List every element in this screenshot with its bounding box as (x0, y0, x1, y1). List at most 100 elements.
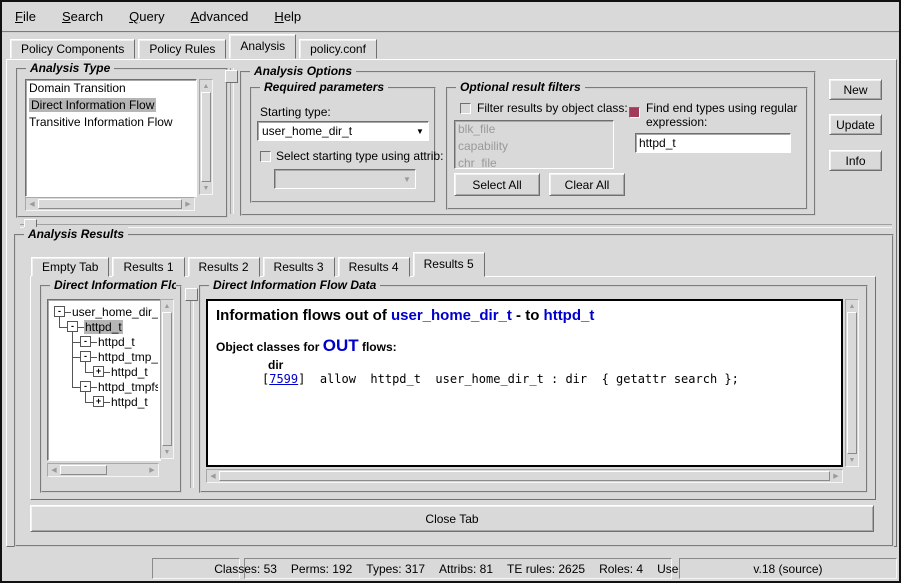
analysis-type-listbox[interactable]: Domain Transition Direct Information Flo… (25, 79, 197, 197)
out-direction: OUT (323, 336, 359, 355)
scroll-right-icon[interactable]: ▶ (182, 198, 194, 210)
flow-data-textarea[interactable]: Information flows out of user_home_dir_t… (206, 299, 843, 467)
scroll-thumb[interactable] (201, 92, 211, 182)
stat-te-rules: TE rules: 2625 (507, 562, 585, 576)
tab-analysis[interactable]: Analysis (229, 34, 296, 59)
regex-row: Find end types using regular expression: (629, 101, 808, 129)
rule-number-link[interactable]: 7599 (269, 372, 298, 386)
tab-results-3[interactable]: Results 3 (263, 257, 335, 277)
flow-data-title: Direct Information Flow Data (209, 278, 380, 292)
flow-heading: Information flows out of user_home_dir_t… (216, 307, 833, 324)
menu-help[interactable]: Help (274, 9, 301, 24)
starting-type-combobox[interactable]: user_home_dir_t ▼ (257, 121, 429, 141)
scroll-left-icon[interactable]: ◀ (26, 198, 38, 210)
tree-expander-icon[interactable]: - (80, 336, 91, 347)
list-item[interactable]: Domain Transition (26, 80, 196, 97)
new-button[interactable]: New (829, 79, 882, 100)
source-type: user_home_dir_t (391, 307, 512, 324)
tree-node-label-selected[interactable]: httpd_t (84, 320, 123, 334)
vertical-sash[interactable] (230, 68, 234, 214)
horizontal-sash[interactable] (20, 224, 892, 228)
analysis-results-title: Analysis Results (24, 227, 128, 241)
scroll-down-icon[interactable]: ▼ (200, 182, 212, 194)
scroll-up-icon[interactable]: ▲ (846, 300, 858, 312)
scroll-thumb[interactable] (219, 471, 830, 481)
tab-results-1[interactable]: Results 1 (112, 257, 184, 277)
scroll-left-icon[interactable]: ◀ (48, 464, 60, 476)
list-item-selected[interactable]: Direct Information Flow (26, 97, 196, 114)
flow-classes-line: Object classes for OUT flows: (216, 336, 833, 356)
flow-tree[interactable]: - user_home_dir_t - httpd_t - httpd_t - … (47, 299, 161, 461)
tab-policy-rules[interactable]: Policy Rules (138, 39, 226, 59)
tree-node-label[interactable]: httpd_t (110, 395, 149, 409)
flow-tree-vscrollbar[interactable]: ▲ ▼ (160, 299, 174, 459)
analysis-type-group: Analysis Type Domain Transition Direct I… (16, 68, 228, 218)
menu-query[interactable]: Query (129, 9, 164, 24)
scroll-left-icon[interactable]: ◀ (207, 470, 219, 482)
regex-input[interactable] (635, 133, 791, 153)
analysis-type-hscrollbar[interactable]: ◀ ▶ (25, 197, 195, 211)
list-item-disabled: blk_file (455, 121, 613, 138)
scroll-thumb[interactable] (847, 312, 857, 454)
scroll-down-icon[interactable]: ▼ (161, 446, 173, 458)
flow-data-vscrollbar[interactable]: ▲ ▼ (845, 299, 859, 467)
menu-search[interactable]: Search (62, 9, 103, 24)
analysis-type-vscrollbar[interactable]: ▲ ▼ (199, 79, 213, 195)
tree-node-label[interactable]: httpd_t (97, 335, 136, 349)
results-vertical-sash-handle[interactable] (185, 288, 198, 301)
attrib-checkbox[interactable] (260, 151, 271, 162)
tree-canvas: - user_home_dir_t - httpd_t - httpd_t - … (50, 302, 158, 458)
tree-node-label[interactable]: httpd_tmp_t (97, 350, 158, 364)
list-item[interactable]: Transitive Information Flow (26, 114, 196, 131)
scroll-down-icon[interactable]: ▼ (846, 454, 858, 466)
scroll-thumb[interactable] (162, 312, 172, 446)
tree-expander-icon[interactable]: + (93, 366, 104, 377)
info-button[interactable]: Info (829, 150, 882, 171)
flow-data-group: Direct Information Flow Data Information… (199, 285, 868, 493)
tree-expander-icon[interactable]: - (80, 381, 91, 392)
close-tab-button[interactable]: Close Tab (30, 505, 874, 532)
tab-policy-conf[interactable]: policy.conf (299, 39, 377, 59)
tree-node-label[interactable]: httpd_t (110, 365, 149, 379)
tree-expander-icon[interactable]: - (54, 306, 65, 317)
starting-type-value: user_home_dir_t (258, 124, 412, 138)
class-filter-row: Filter results by object class: (460, 101, 628, 115)
regex-checkbox[interactable] (629, 107, 640, 118)
analysis-options-title: Analysis Options (250, 64, 356, 78)
tree-expander-icon[interactable]: - (67, 321, 78, 332)
tree-expander-icon[interactable]: - (80, 351, 91, 362)
dropdown-arrow-icon[interactable]: ▼ (412, 127, 428, 136)
menu-advanced[interactable]: Advanced (191, 9, 249, 24)
tab-empty[interactable]: Empty Tab (31, 257, 109, 277)
scroll-up-icon[interactable]: ▲ (161, 300, 173, 312)
select-all-button[interactable]: Select All (454, 173, 540, 196)
attrib-combobox: ▼ (274, 169, 416, 189)
attrib-checkbox-label: Select starting type using attrib: (276, 149, 443, 163)
scroll-right-icon[interactable]: ▶ (146, 464, 158, 476)
required-parameters-title: Required parameters (260, 80, 388, 94)
scroll-right-icon[interactable]: ▶ (830, 470, 842, 482)
vertical-sash-handle[interactable] (225, 70, 238, 83)
object-class-listbox: blk_file capability chr_file (454, 120, 614, 169)
tab-results-4[interactable]: Results 4 (338, 257, 410, 277)
class-filter-checkbox[interactable] (460, 103, 471, 114)
scroll-up-icon[interactable]: ▲ (200, 80, 212, 92)
list-item-disabled: chr_file (455, 155, 613, 169)
tab-policy-components[interactable]: Policy Components (10, 39, 135, 59)
tree-node-label[interactable]: httpd_tmpfs_t (97, 380, 158, 394)
update-button[interactable]: Update (829, 114, 882, 135)
analysis-options-group: Analysis Options Required parameters Sta… (240, 71, 816, 216)
tab-results-5[interactable]: Results 5 (413, 252, 485, 277)
tree-expander-icon[interactable]: + (93, 396, 104, 407)
clear-all-button[interactable]: Clear All (549, 173, 625, 196)
tree-node-label[interactable]: user_home_dir_t (71, 305, 158, 319)
scroll-thumb[interactable] (38, 199, 182, 209)
flow-tree-hscrollbar[interactable]: ◀ ▶ (47, 463, 159, 477)
menu-file[interactable]: File (15, 9, 36, 24)
flow-data-hscrollbar[interactable]: ◀ ▶ (206, 469, 843, 483)
results-vertical-sash[interactable] (190, 288, 194, 488)
tab-results-2[interactable]: Results 2 (188, 257, 260, 277)
scroll-track[interactable] (107, 464, 146, 476)
scroll-thumb[interactable] (60, 465, 107, 475)
apol-window: File Search Query Advanced Help Policy C… (0, 0, 901, 583)
